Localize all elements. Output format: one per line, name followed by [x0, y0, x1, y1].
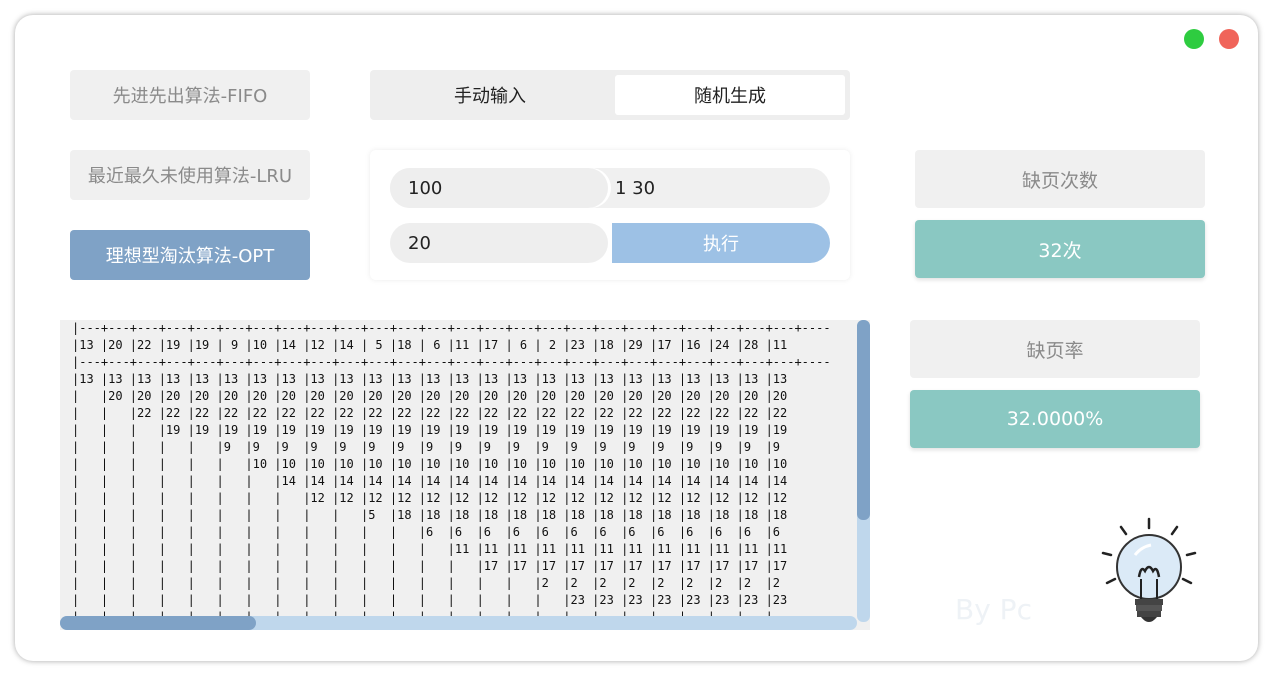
tab-random-generate[interactable]: 随机生成: [615, 75, 845, 115]
vertical-scroll-thumb[interactable]: [857, 320, 870, 520]
minimize-button[interactable]: [1184, 29, 1204, 49]
watermark-text: By Pc: [955, 593, 1032, 626]
opt-button[interactable]: 理想型淘汰算法-OPT: [70, 230, 310, 280]
frame-count-field[interactable]: 20: [390, 223, 608, 263]
fault-rate-label: 缺页率: [910, 320, 1200, 378]
output-text: |---+---+---+---+---+---+---+---+---+---…: [72, 321, 831, 624]
tab-manual-input[interactable]: 手动输入: [375, 75, 605, 115]
fault-count-value: 32次: [915, 220, 1205, 278]
horizontal-scroll-thumb[interactable]: [60, 616, 256, 630]
frames-row: 执行 20: [390, 223, 830, 263]
sequence-input-row: 100 1 30: [390, 168, 830, 208]
mode-switch: 手动输入 随机生成: [370, 70, 850, 120]
lru-button[interactable]: 最近最久未使用算法-LRU: [70, 150, 310, 200]
close-button[interactable]: [1219, 29, 1239, 49]
app-window: 先进先出算法-FIFO 最近最久未使用算法-LRU 理想型淘汰算法-OPT 手动…: [15, 15, 1258, 661]
lightbulb-icon: [1101, 517, 1197, 622]
output-textarea[interactable]: |---+---+---+---+---+---+---+---+---+---…: [60, 320, 870, 630]
fifo-button[interactable]: 先进先出算法-FIFO: [70, 70, 310, 120]
execute-button[interactable]: 执行: [612, 223, 830, 263]
fault-rate-value: 32.0000%: [910, 390, 1200, 448]
value-range-field[interactable]: 1 30: [615, 168, 655, 208]
sequence-length-field[interactable]: 100: [390, 168, 608, 208]
input-panel: 100 1 30 执行 20: [370, 150, 850, 280]
fault-count-label: 缺页次数: [915, 150, 1205, 208]
